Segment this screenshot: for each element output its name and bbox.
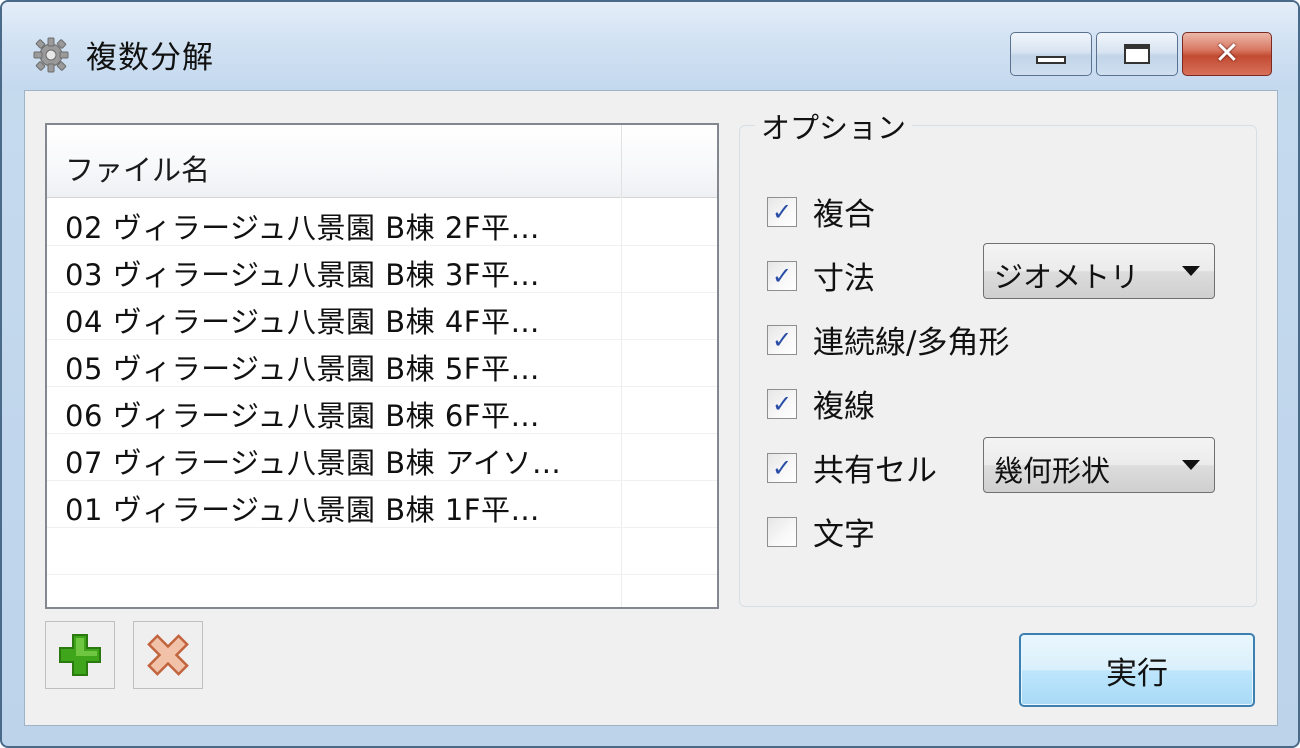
list-item[interactable]: 03 ヴィラージュ八景園 B棟 3F平… (47, 246, 717, 293)
option-label: 複合 (813, 197, 875, 233)
list-item[interactable]: 06 ヴィラージュ八景園 B棟 6F平… (47, 387, 717, 434)
select-value: ジオメトリ (994, 260, 1140, 294)
option-dimension[interactable]: ✓ 寸法 (767, 253, 875, 298)
option-multiline[interactable]: ✓ 複線 (767, 381, 875, 426)
option-label: 寸法 (813, 261, 875, 297)
minimize-icon (1036, 56, 1066, 64)
empty-row (47, 575, 717, 607)
option-text[interactable]: 文字 (767, 509, 875, 554)
checkbox-shared-cell[interactable]: ✓ (767, 452, 797, 483)
remove-x-icon (147, 634, 189, 676)
maximize-icon (1124, 44, 1150, 64)
option-polyline[interactable]: ✓ 連続線/多角形 (767, 317, 1009, 362)
checkmark-icon: ✓ (771, 261, 793, 290)
option-label: 共有セル (813, 453, 937, 489)
file-name: 07 ヴィラージュ八景園 B棟 アイソ… (65, 446, 562, 480)
maximize-button[interactable] (1096, 32, 1178, 76)
list-item[interactable]: 01 ヴィラージュ八景園 B棟 1F平… (47, 481, 717, 528)
file-name: 04 ヴィラージュ八景園 B棟 4F平… (65, 305, 540, 339)
list-item[interactable]: 05 ヴィラージュ八景園 B棟 5F平… (47, 340, 717, 387)
option-composite[interactable]: ✓ 複合 (767, 189, 875, 234)
dialog-window: 複数分解 ✕ ファイル名 02 ヴィラージュ八景園 B棟 2F平… 03 ヴィラー… (0, 0, 1300, 748)
options-legend: オプション (755, 105, 913, 147)
option-label: 複線 (813, 389, 875, 425)
empty-row (47, 528, 717, 575)
checkmark-icon: ✓ (771, 197, 793, 226)
close-icon: ✕ (1214, 36, 1240, 71)
file-name: 01 ヴィラージュ八景園 B棟 1F平… (65, 493, 540, 527)
add-file-button[interactable] (45, 621, 115, 689)
checkbox-composite[interactable]: ✓ (767, 196, 797, 227)
option-label: 連続線/多角形 (813, 325, 1010, 361)
execute-button[interactable]: 実行 (1019, 633, 1255, 707)
checkmark-icon: ✓ (771, 453, 793, 482)
remove-file-button[interactable] (133, 621, 203, 689)
checkbox-text[interactable] (767, 516, 797, 547)
checkmark-icon: ✓ (771, 325, 793, 354)
window-title: 複数分解 (86, 40, 214, 76)
dimension-mode-select[interactable]: ジオメトリ (983, 243, 1215, 299)
checkbox-polyline[interactable]: ✓ (767, 324, 797, 355)
execute-label: 実行 (1106, 655, 1168, 692)
minimize-button[interactable] (1010, 32, 1092, 76)
file-name: 03 ヴィラージュ八景園 B棟 3F平… (65, 258, 540, 292)
column-header-filename[interactable]: ファイル名 (47, 125, 622, 197)
option-label: 文字 (813, 517, 875, 553)
option-shared-cell[interactable]: ✓ 共有セル (767, 445, 937, 490)
title-bar[interactable]: 複数分解 ✕ (2, 2, 1298, 90)
list-item[interactable]: 07 ヴィラージュ八景園 B棟 アイソ… (47, 434, 717, 481)
file-name: 05 ヴィラージュ八景園 B棟 5F平… (65, 352, 540, 386)
chevron-down-icon (1182, 460, 1200, 470)
list-item[interactable]: 04 ヴィラージュ八景園 B棟 4F平… (47, 293, 717, 340)
column-header-label: ファイル名 (65, 153, 211, 187)
shared-cell-mode-select[interactable]: 幾何形状 (983, 437, 1215, 493)
select-value: 幾何形状 (994, 454, 1111, 488)
checkmark-icon: ✓ (771, 389, 793, 418)
file-rows: 02 ヴィラージュ八景園 B棟 2F平… 03 ヴィラージュ八景園 B棟 3F平…… (47, 199, 717, 607)
file-list[interactable]: ファイル名 02 ヴィラージュ八景園 B棟 2F平… 03 ヴィラージュ八景園 B… (45, 123, 719, 609)
close-button[interactable]: ✕ (1182, 32, 1272, 76)
file-name: 02 ヴィラージュ八景園 B棟 2F平… (65, 211, 540, 245)
chevron-down-icon (1182, 266, 1200, 276)
list-header: ファイル名 (47, 125, 717, 198)
list-item[interactable]: 02 ヴィラージュ八景園 B棟 2F平… (47, 199, 717, 246)
plus-icon (59, 634, 101, 676)
file-name: 06 ヴィラージュ八景園 B棟 6F平… (65, 399, 540, 433)
checkbox-dimension[interactable]: ✓ (767, 260, 797, 291)
gear-icon (33, 37, 69, 73)
dialog-body: ファイル名 02 ヴィラージュ八景園 B棟 2F平… 03 ヴィラージュ八景園 B… (24, 90, 1278, 726)
checkbox-multiline[interactable]: ✓ (767, 388, 797, 419)
